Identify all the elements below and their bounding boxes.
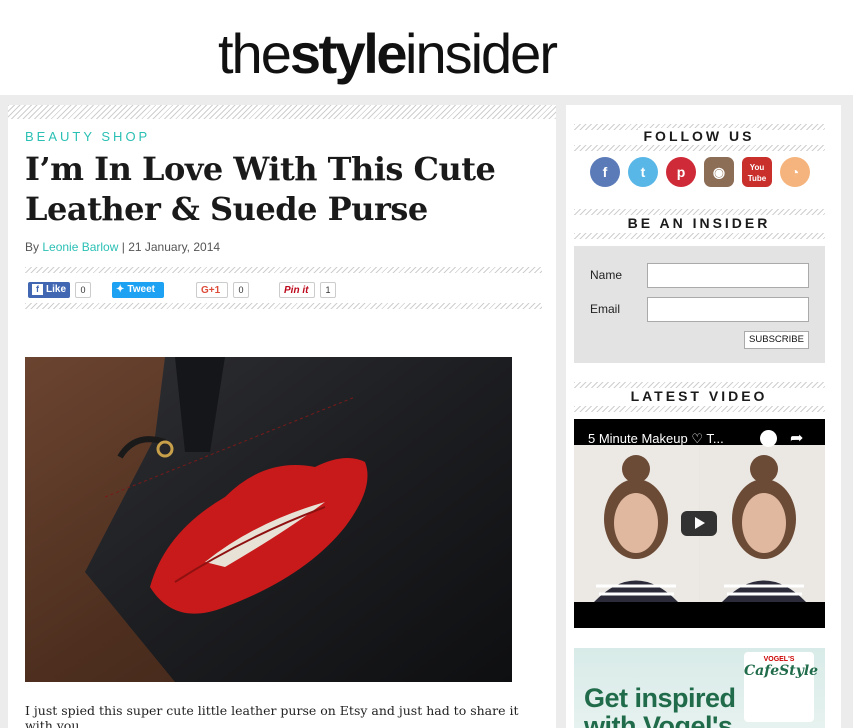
tweet-label: Tweet: [127, 284, 155, 295]
share-divider-top: [25, 267, 542, 273]
leather-purse-image: [25, 357, 512, 682]
name-input[interactable]: [647, 263, 809, 288]
header-stripe: [8, 105, 556, 119]
video-heading: LATEST VIDEO: [574, 388, 824, 404]
clock-icon[interactable]: [760, 430, 777, 447]
share-divider-bottom: [25, 303, 542, 309]
article-category[interactable]: BEAUTY SHOP: [25, 129, 150, 144]
article-byline: By Leonie Barlow | 21 January, 2014: [25, 240, 220, 254]
video-stripe-bottom: [574, 406, 825, 412]
logo-the: the: [218, 22, 292, 85]
youtube-icon-text: You Tube: [747, 163, 767, 183]
pinterest-icon[interactable]: p: [666, 157, 696, 187]
google-plus-count: 0: [233, 282, 249, 298]
vogels-advertisement[interactable]: VOGEL'S CafeStyle Get inspired with Voge…: [574, 648, 825, 728]
ad-headline: Get inspired with Vogel's: [584, 684, 736, 728]
name-label: Name: [590, 268, 623, 282]
pin-it-label: Pin it: [284, 285, 309, 296]
ad-product-box: VOGEL'S CafeStyle: [744, 652, 819, 722]
newsletter-form: Name Email SUBSCRIBE: [574, 246, 825, 363]
pin-it-count: 1: [320, 282, 336, 298]
play-button-icon[interactable]: [681, 511, 717, 536]
video-title: 5 Minute Makeup ♡ T...: [588, 431, 724, 446]
logo-style: style: [289, 22, 408, 85]
article-panel: BEAUTY SHOP I’m In Love With This Cute L…: [8, 105, 556, 728]
facebook-like-count: 0: [75, 282, 91, 298]
facebook-like-label: Like: [46, 284, 67, 295]
video-player[interactable]: 5 Minute Makeup ♡ T... ➦: [574, 419, 825, 628]
insider-heading-text: BE AN INSIDER: [621, 215, 777, 231]
site-logo[interactable]: thestyleinsider: [218, 14, 638, 94]
rss-icon[interactable]: ◔: [780, 157, 810, 187]
email-input[interactable]: [647, 297, 809, 322]
facebook-icon[interactable]: f: [590, 157, 620, 187]
share-arrow-icon[interactable]: ➦: [790, 428, 803, 448]
ad-headline-line1: Get inspired: [584, 683, 736, 713]
share-bar: f Like 0 ✦ Tweet G+1 0 Pin it 1: [28, 282, 548, 300]
youtube-icon[interactable]: You Tube: [742, 157, 772, 187]
article-date: 21 January, 2014: [128, 240, 221, 254]
follow-stripe-bottom: [574, 145, 825, 151]
ad-brand: VOGEL'S: [763, 656, 795, 663]
article-title-line1: I’m In Love With This Cute: [25, 150, 496, 188]
article-photo[interactable]: [25, 357, 512, 682]
google-plus-button[interactable]: G+1: [196, 282, 228, 298]
pin-it-button[interactable]: Pin it: [279, 282, 315, 298]
article-title: I’m In Love With This Cute Leather & Sue…: [25, 149, 545, 229]
subscribe-button[interactable]: SUBSCRIBE: [744, 331, 809, 349]
logo-insider: insider: [405, 22, 558, 85]
byline-prefix: By: [25, 240, 43, 254]
byline-separator: |: [118, 240, 129, 254]
article-body: I just spied this super cute little leat…: [25, 703, 519, 728]
facebook-like-button[interactable]: f Like: [28, 282, 70, 298]
author-link[interactable]: Leonie Barlow: [42, 240, 118, 254]
ad-headline-line2: with Vogel's: [584, 711, 733, 728]
follow-heading: FOLLOW US: [574, 128, 824, 144]
facebook-icon: f: [32, 283, 43, 295]
article-title-line2: Leather & Suede Purse: [25, 190, 428, 228]
insider-stripe-bottom: [574, 233, 825, 239]
email-label: Email: [590, 302, 621, 316]
sidebar: FOLLOW US f t p ◉ You Tube ◔ BE AN INSID…: [566, 105, 841, 728]
twitter-icon[interactable]: t: [628, 157, 658, 187]
ad-product-name: CafeStyle: [744, 663, 819, 679]
insider-heading: BE AN INSIDER: [574, 215, 824, 231]
twitter-bird-icon: ✦: [116, 284, 125, 295]
follow-heading-text: FOLLOW US: [637, 128, 761, 144]
tweet-button[interactable]: ✦ Tweet: [112, 282, 164, 298]
google-plus-label: G+1: [201, 285, 221, 296]
video-heading-text: LATEST VIDEO: [624, 388, 774, 404]
instagram-icon[interactable]: ◉: [704, 157, 734, 187]
